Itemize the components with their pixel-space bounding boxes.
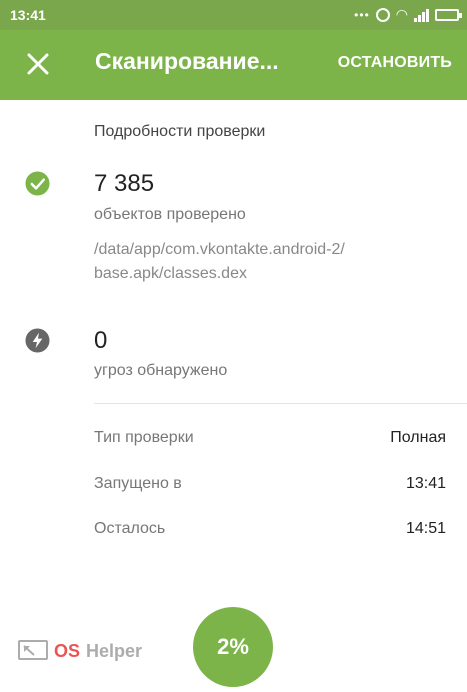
started-value: 13:41 bbox=[405, 475, 446, 492]
check-circle-icon bbox=[25, 171, 50, 196]
app-bar: Сканирование... ОСТАНОВИТЬ bbox=[0, 30, 467, 100]
scanned-count: 7 385 bbox=[94, 170, 155, 197]
battery-icon bbox=[435, 8, 462, 21]
scanned-label: объектов проверено bbox=[94, 206, 246, 223]
close-icon[interactable] bbox=[24, 50, 52, 78]
status-icons: ••• ◠ bbox=[354, 6, 462, 23]
watermark-helper: Helper bbox=[86, 640, 143, 661]
lightning-icon bbox=[25, 328, 50, 353]
remaining-key: Осталось bbox=[94, 520, 166, 537]
info-row-started: Запущено в 13:41 bbox=[94, 475, 446, 493]
started-key: Запущено в bbox=[94, 475, 182, 492]
current-file-path: /data/app/com.vkontakte.android-2/ base.… bbox=[94, 238, 424, 286]
signal-icon bbox=[414, 8, 429, 22]
remaining-value: 14:51 bbox=[405, 520, 446, 537]
path-line-1: /data/app/com.vkontakte.android-2/ bbox=[94, 241, 345, 258]
stop-button[interactable]: ОСТАНОВИТЬ bbox=[338, 54, 452, 72]
path-line-2: base.apk/classes.dex bbox=[94, 265, 247, 282]
status-time: 13:41 bbox=[10, 7, 46, 23]
scan-type-value: Полная bbox=[390, 429, 446, 446]
notification-dots-icon: ••• bbox=[354, 7, 370, 22]
divider bbox=[94, 403, 467, 404]
threat-count: 0 bbox=[94, 327, 108, 354]
watermark: OS Helper bbox=[18, 640, 142, 662]
progress-label: 2% bbox=[217, 634, 249, 659]
alarm-icon bbox=[375, 7, 390, 22]
progress-badge: 2% bbox=[193, 607, 273, 687]
watermark-os: OS bbox=[54, 640, 81, 661]
info-row-scan-type: Тип проверки Полная bbox=[94, 429, 446, 447]
threat-label: угроз обнаружено bbox=[94, 362, 228, 379]
wifi-icon: ◠ bbox=[395, 6, 408, 22]
monitor-cursor-icon bbox=[18, 640, 48, 660]
info-row-remaining: Осталось 14:51 bbox=[94, 520, 446, 538]
status-bar: 13:41 ••• ◠ bbox=[0, 0, 467, 30]
page-title: Сканирование... bbox=[95, 48, 279, 74]
scan-type-key: Тип проверки bbox=[94, 429, 194, 446]
section-title: Подробности проверки bbox=[94, 123, 266, 140]
